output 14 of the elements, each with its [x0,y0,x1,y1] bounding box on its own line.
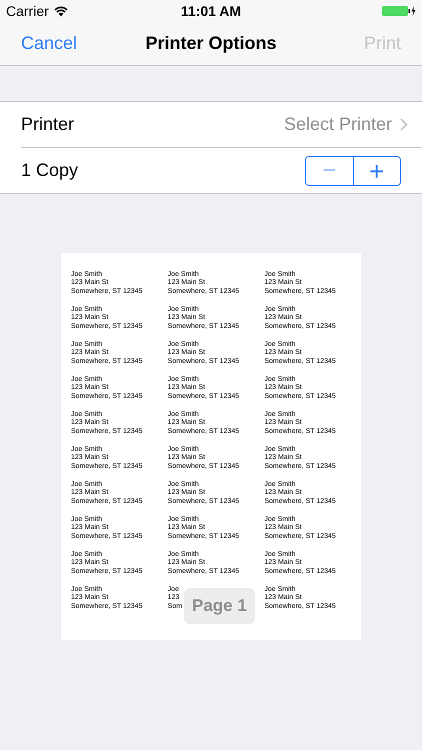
option-label: Printer [21,113,74,136]
status-time: 11:01 AM [180,2,242,20]
option-label: 1 Copy [21,159,78,182]
increment-button[interactable]: + [354,156,400,184]
printer-row[interactable]: Printer Select Printer [21,102,422,147]
chevron-right-icon [400,118,408,131]
nav-title: Printer Options [146,32,276,55]
page-number-badge: Page 1 [184,588,255,624]
battery-icon [382,5,416,17]
carrier-text: Carrier [6,2,49,20]
decrement-button[interactable]: − [306,156,354,184]
cancel-button[interactable]: Cancel [21,30,78,57]
option-value: Select Printer [284,113,392,136]
wifi-icon [54,6,68,16]
